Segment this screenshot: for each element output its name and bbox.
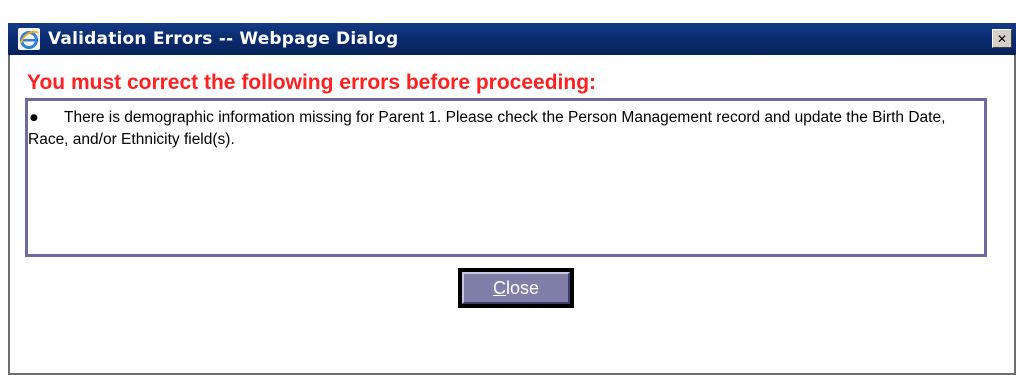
dialog-titlebar[interactable]: Validation Errors -- Webpage Dialog ✕ [8,23,1016,55]
close-button-accelerator: C [492,277,506,298]
error-list: ● There is demographic information missin… [25,98,987,257]
dialog-title: Validation Errors -- Webpage Dialog [48,29,399,49]
error-item: ● There is demographic information missin… [28,107,978,151]
error-text: There is demographic information missing… [28,109,946,148]
close-button[interactable]: Close [458,268,574,308]
close-icon: ✕ [996,31,1008,46]
bullet-icon: ● [30,113,38,123]
internet-explorer-icon [18,28,40,50]
close-button-label: lose [505,277,540,298]
error-heading: You must correct the following errors be… [27,71,597,94]
titlebar-close-button[interactable]: ✕ [992,29,1012,48]
close-button-face: Close [462,272,570,304]
